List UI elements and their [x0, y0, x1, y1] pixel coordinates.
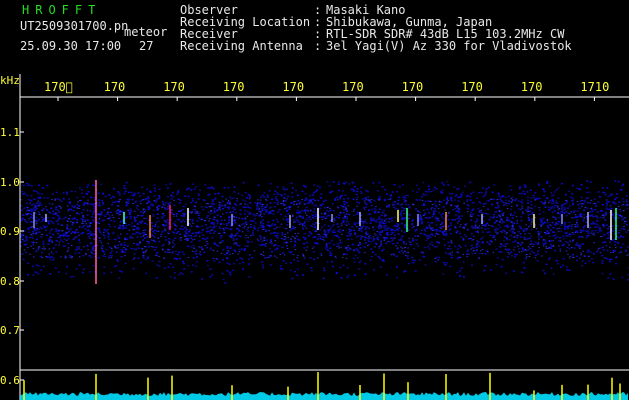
x-tick-label: 170 : [44, 80, 73, 94]
y-tick-label: 0.9: [0, 225, 20, 238]
x-tick-label: 1710: [580, 80, 609, 94]
x-tick-label: 170: [282, 80, 304, 94]
x-tick-label: 170: [461, 80, 483, 94]
power-trace: [20, 392, 628, 400]
x-tick-label: 170: [402, 80, 424, 94]
x-tick-label: 170: [223, 80, 245, 94]
spectrogram-plot: kHz 1.1 1.0 0.9 0.8 0.7 0.6 170  170 170 170 170…: [0, 0, 629, 400]
y-tick-label: 0.8: [0, 275, 20, 288]
power-strip: [20, 372, 628, 400]
noise-band: [20, 180, 629, 283]
y-tick-label: 1.1: [0, 126, 20, 139]
y-tick-label: 0.6: [0, 374, 20, 387]
x-tick-label: 170: [342, 80, 364, 94]
x-tick-label: 170: [163, 80, 185, 94]
x-tick-label: 170: [104, 80, 126, 94]
y-tick-label: 1.0: [0, 176, 20, 189]
x-tick-label: 170: [521, 80, 543, 94]
y-tick-label: 0.7: [0, 324, 20, 337]
y-unit-label: kHz: [0, 74, 20, 87]
